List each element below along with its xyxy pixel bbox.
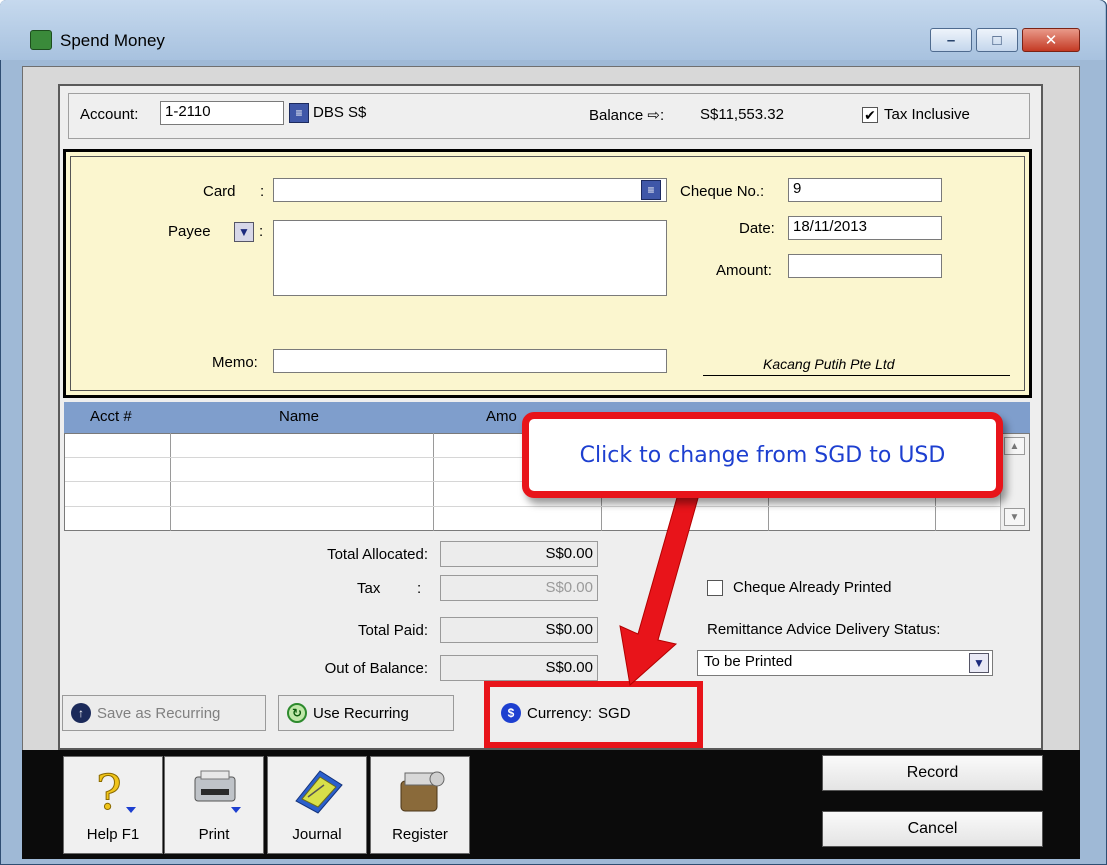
date-field[interactable]: 18/11/2013 [788,216,942,240]
scroll-up-icon[interactable]: ▲ [1004,437,1025,455]
card-field[interactable] [273,178,667,202]
payee-dropdown-icon[interactable]: ▼ [234,222,254,242]
row-divider [65,506,1000,507]
print-button[interactable]: Print [164,756,264,854]
help-button[interactable]: ? Help F1 [63,756,163,854]
window-title: Spend Money [60,31,165,50]
payee-colon: : [259,223,264,240]
signature-line [703,375,1010,376]
chevron-down-icon[interactable]: ▼ [969,653,989,673]
remittance-select[interactable]: To be Printed [697,650,993,676]
account-label: Account: [80,106,139,123]
tax-colon: : [417,580,422,597]
amount-label: Amount: [716,262,772,279]
account-name: DBS S$ [313,104,367,121]
account-lookup-icon[interactable]: ≡ [289,103,309,123]
col-name: Name [279,408,320,425]
cancel-button[interactable]: Cancel [822,811,1043,847]
payee-label: Payee [168,223,211,240]
use-recurring-button[interactable]: ↻ Use Recurring [278,695,454,731]
annotation-callout: Click to change from SGD to USD [522,412,1003,498]
amount-field[interactable] [788,254,942,278]
date-label: Date: [739,220,775,237]
scroll-down-icon[interactable]: ▼ [1004,508,1025,526]
recurring-use-icon: ↻ [287,703,307,723]
register-label: Register [392,826,448,843]
currency-highlight-box [484,681,703,748]
use-recurring-label: Use Recurring [313,704,409,722]
account-number-field[interactable]: 1-2110 [160,101,284,125]
minimize-button[interactable]: – [930,28,972,52]
close-button[interactable]: ✕ [1022,28,1080,52]
tax-label: Tax [357,580,381,597]
annotation-text: Click to change from SGD to USD [579,442,946,468]
cheque-printed-label: Cheque Already Printed [733,579,892,596]
save-recurring-label: Save as Recurring [97,704,221,722]
app-icon [30,30,52,50]
journal-icon [295,770,343,814]
printer-icon [194,770,241,813]
card-label: Card [203,183,236,200]
out-of-balance-value: S$0.00 [440,655,598,681]
tax-value: S$0.00 [440,575,598,601]
total-paid-value: S$0.00 [440,617,598,643]
tax-inclusive-checkbox[interactable]: ✔ [862,107,878,123]
register-button[interactable]: Register [370,756,470,854]
save-recurring-button[interactable]: ↑ Save as Recurring [62,695,266,731]
close-icon: ✕ [1044,32,1058,49]
total-paid-label: Total Paid: [357,622,428,639]
col-acct: Acct # [90,408,132,425]
col-divider [170,433,171,531]
maximize-icon: □ [992,31,1002,49]
total-allocated-label: Total Allocated: [327,546,428,563]
cheque-no-field[interactable]: 9 [788,178,942,202]
help-icon: ? [96,765,136,819]
register-icon [400,771,445,812]
cheque-no-label: Cheque No.: [680,183,765,200]
record-button[interactable]: Record [822,755,1043,791]
company-signature: Kacang Putih Pte Ltd [763,356,895,372]
remittance-label: Remittance Advice Delivery Status: [707,621,941,638]
card-colon: : [260,183,265,200]
balance-value: S$11,553.32 [700,106,784,123]
col-amount: Amo [486,408,517,425]
callout-arrow-icon [619,480,703,686]
col-divider [433,433,434,531]
card-lookup-icon[interactable]: ≡ [641,180,661,200]
maximize-button[interactable]: □ [976,28,1018,52]
recurring-save-icon: ↑ [71,703,91,723]
total-allocated-value: S$0.00 [440,541,598,567]
help-label: Help F1 [86,826,140,843]
memo-field[interactable] [273,349,667,373]
memo-label: Memo: [212,354,258,371]
journal-label: Journal [292,826,342,843]
print-label: Print [198,826,230,843]
minimize-icon: – [946,31,956,49]
svg-text:?: ? [96,765,122,819]
payee-field[interactable] [273,220,667,296]
tax-inclusive-label: Tax Inclusive [884,106,970,123]
journal-button[interactable]: Journal [267,756,367,854]
balance-label: Balance ⇨: [589,107,665,124]
out-of-balance-label: Out of Balance: [324,660,428,677]
